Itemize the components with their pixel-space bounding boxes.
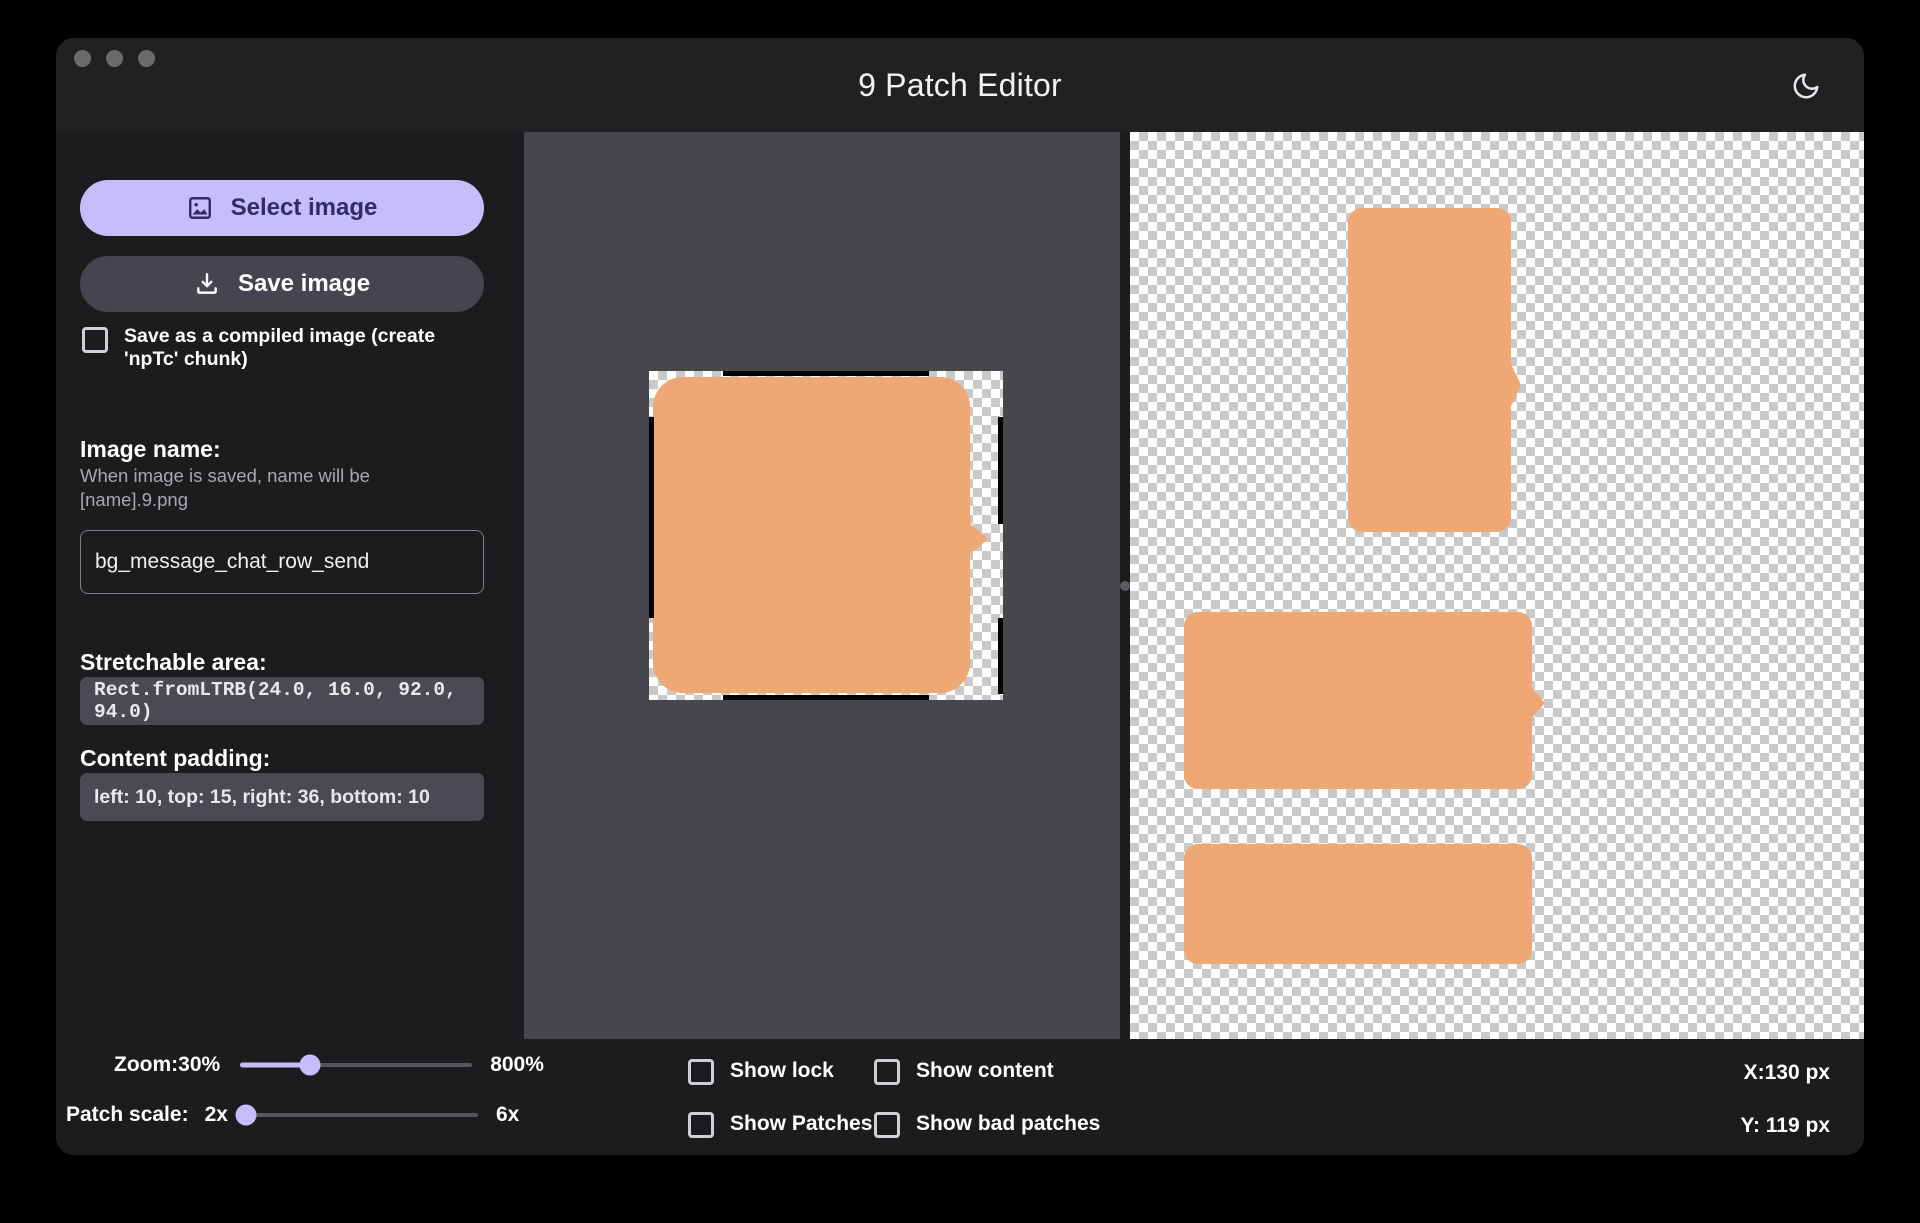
show-patches-checkbox[interactable] [688,1112,714,1138]
stretchable-area-heading: Stretchable area: [80,649,267,675]
app-title: 9 Patch Editor [858,66,1062,103]
patch-scale-slider-thumb[interactable] [235,1104,257,1126]
panel-splitter[interactable] [1120,132,1130,1039]
show-lock-label: Show lock [730,1059,834,1082]
show-patches-label: Show Patches [730,1112,873,1135]
patch-image-shape [653,377,970,693]
patch-canvas[interactable] [524,132,1120,1039]
patch-scale-slider-row: Patch scale: 2x 6x [66,1103,519,1127]
stretchable-area-value: Rect.fromLTRB(24.0, 16.0, 92.0, 94.0) [80,677,484,725]
patch-scale-slider[interactable] [235,1103,478,1127]
compiled-image-checkbox-row[interactable]: Save as a compiled image (create 'npTc' … [82,325,482,372]
splitter-handle[interactable] [1120,580,1130,591]
zoom-max-label: 800% [490,1053,544,1076]
app-window: 9 Patch Editor Select image Save image S… [56,38,1864,1155]
patch-guide-left[interactable] [649,417,654,618]
cursor-x-coordinate: X:130 px [1743,1061,1830,1084]
preview-shape-wide-tail [1526,681,1545,725]
patch-scale-value: 2x [204,1103,228,1126]
preview-shape-short [1184,844,1532,964]
preview-shape-wide [1184,612,1532,789]
patch-guide-top[interactable] [723,371,929,376]
image-name-hint: When image is saved, name will be [name]… [80,465,370,510]
show-lock-checkbox-row[interactable]: Show lock [688,1057,834,1085]
patch-image-stage[interactable] [649,371,1003,700]
moon-icon [1793,73,1819,99]
image-name-heading: Image name: [80,436,221,462]
patch-image-tail [962,517,988,561]
content-padding-heading: Content padding: [80,745,271,771]
zoom-label: Zoom:30% [114,1053,221,1076]
select-image-button[interactable]: Select image [80,180,484,236]
show-content-label: Show content [916,1059,1054,1082]
save-image-label: Save image [237,270,371,297]
save-image-button[interactable]: Save image [80,256,484,312]
preview-shape-tall-tail [1505,351,1521,419]
title-bar: 9 Patch Editor [56,38,1864,132]
patch-guide-right-lower[interactable] [998,618,1003,694]
zoom-slider-row: Zoom:30% 800% [114,1053,544,1077]
show-bad-patches-checkbox-row[interactable]: Show bad patches [874,1110,1100,1138]
theme-toggle-button[interactable] [1786,66,1826,106]
patch-scale-label: Patch scale: [66,1103,189,1126]
download-icon [197,273,217,294]
show-patches-checkbox-row[interactable]: Show Patches [688,1110,872,1138]
zoom-slider[interactable] [240,1053,473,1077]
show-content-checkbox-row[interactable]: Show content [874,1057,1054,1085]
compiled-image-checkbox[interactable] [82,327,108,353]
show-lock-checkbox[interactable] [688,1059,714,1085]
show-content-checkbox[interactable] [874,1059,900,1085]
zoom-slider-thumb[interactable] [299,1054,321,1076]
image-name-input[interactable] [80,530,484,594]
patch-scale-max-label: 6x [495,1103,520,1126]
show-bad-patches-label: Show bad patches [916,1112,1101,1135]
preview-shape-tall [1348,208,1511,532]
select-image-label: Select image [230,194,378,221]
bottom-bar: Zoom:30% 800% Patch scale: 2x 6x Show lo… [56,1039,1864,1155]
show-bad-patches-checkbox[interactable] [874,1112,900,1138]
patch-scale-slider-track [245,1113,478,1117]
compiled-image-checkbox-label: Save as a compiled image (create 'npTc' … [124,325,436,371]
patch-guide-bottom[interactable] [723,695,929,700]
cursor-y-coordinate: Y: 119 px [1740,1114,1831,1137]
content-padding-value: left: 10, top: 15, right: 36, bottom: 10 [80,773,484,821]
sidebar: Select image Save image Save as a compil… [56,132,524,1039]
patch-guide-right-upper[interactable] [998,417,1003,524]
image-icon [188,197,211,219]
preview-panel [1130,132,1864,1039]
